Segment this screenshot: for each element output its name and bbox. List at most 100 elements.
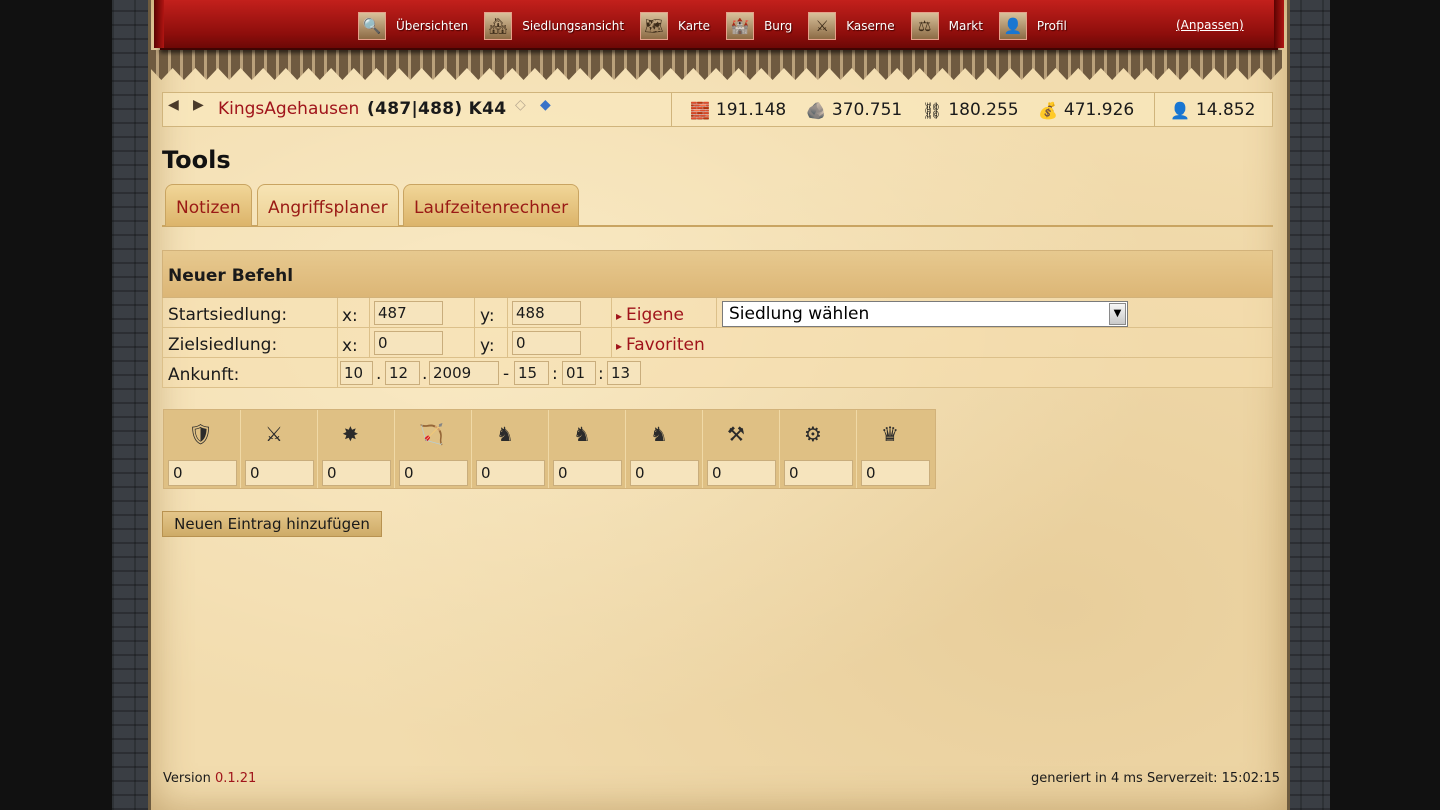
settlement-select[interactable]: Siedlung wählen ▼ xyxy=(722,301,1128,327)
resource-wood: 🧱 191.148 xyxy=(690,100,786,120)
y-label: y: xyxy=(480,306,495,326)
ram-icon: ⚒ xyxy=(727,422,745,446)
unit-column: ✸ xyxy=(318,410,395,488)
silver-icon: 💰 xyxy=(1038,100,1058,120)
heavy-cavalry-icon: ♞ xyxy=(650,422,668,446)
tab-angriffsplaner[interactable]: Angriffsplaner xyxy=(257,184,399,226)
search-icon: 🔍 xyxy=(358,12,386,40)
unit-count-input[interactable] xyxy=(322,460,391,486)
barracks-icon: ⚔ xyxy=(808,12,837,40)
nav-label: Markt xyxy=(948,19,983,33)
unit-column: 🏹 xyxy=(395,410,472,488)
resource-value: 180.255 xyxy=(948,100,1019,120)
resource-ore: ⛓ 180.255 xyxy=(922,100,1019,120)
unit-count-input[interactable] xyxy=(399,460,468,486)
castle-icon: 🏰 xyxy=(726,12,755,40)
arrival-row xyxy=(162,358,1273,388)
unit-column: 🛡 xyxy=(164,410,241,488)
buildings-icon: 🏘 xyxy=(484,12,513,40)
date-separator: . xyxy=(376,364,382,384)
next-village-arrow-icon[interactable]: ▶ xyxy=(193,97,204,113)
x-label: x: xyxy=(342,306,358,326)
arrival-hour-input[interactable] xyxy=(514,361,549,385)
customize-link[interactable]: (Anpassen) xyxy=(1176,18,1244,32)
blue-gem-icon[interactable]: ◆ xyxy=(540,97,551,113)
arrival-label: Ankunft: xyxy=(168,365,240,385)
nav-label: Siedlungsansicht xyxy=(522,19,625,33)
unit-column: ⚔ xyxy=(241,410,318,488)
unit-count-input[interactable] xyxy=(630,460,699,486)
archer-icon: 🏹 xyxy=(419,422,444,446)
tab-laufzeitenrechner[interactable]: Laufzeitenrechner xyxy=(403,184,580,226)
unit-column: ♞ xyxy=(626,410,703,488)
unit-count-input[interactable] xyxy=(784,460,853,486)
arrival-month-input[interactable] xyxy=(385,361,420,385)
start-x-input[interactable] xyxy=(374,301,443,325)
x-label: x: xyxy=(342,336,358,356)
start-settlement-label: Startsiedlung: xyxy=(168,305,288,325)
nav-item-siedlungsansicht[interactable]: 🏘 Siedlungsansicht xyxy=(484,12,624,40)
resource-value: 471.926 xyxy=(1063,100,1135,120)
nav-label: Profil xyxy=(1036,19,1067,33)
start-y-input[interactable] xyxy=(512,301,581,325)
light-cavalry-icon: ♞ xyxy=(573,422,591,446)
divider xyxy=(1154,93,1155,126)
silver-gem-icon[interactable]: ◇ xyxy=(515,97,526,113)
nav-item-uebersichten[interactable]: 🔍 Übersichten xyxy=(358,12,468,40)
chevron-down-icon[interactable]: ▼ xyxy=(1109,303,1126,325)
wood-icon: 🧱 xyxy=(690,100,710,120)
unit-column: ⚙ xyxy=(780,410,857,488)
map-icon: 🗺 xyxy=(640,12,669,40)
village-name-link[interactable]: KingsAgehausen xyxy=(218,99,359,119)
form-heading: Neuer Befehl xyxy=(162,250,1273,298)
target-settlement-row xyxy=(162,328,1273,358)
tab-notizen[interactable]: Notizen xyxy=(165,184,252,226)
unit-column: ♞ xyxy=(549,410,626,488)
resource-value: 370.751 xyxy=(831,100,903,120)
unit-count-input[interactable] xyxy=(861,460,930,486)
resource-value: 191.148 xyxy=(715,100,787,120)
target-x-input[interactable] xyxy=(374,331,443,355)
time-separator: : xyxy=(598,364,604,384)
version-number[interactable]: 0.1.21 xyxy=(215,771,256,786)
arrival-year-input[interactable] xyxy=(429,361,499,385)
nav-label: Burg xyxy=(764,19,793,33)
target-y-input[interactable] xyxy=(512,331,581,355)
unit-count-input[interactable] xyxy=(245,460,314,486)
profile-icon: 👤 xyxy=(998,12,1027,40)
nav-menu: 🔍 Übersichten 🏘 Siedlungsansicht 🗺 Karte… xyxy=(358,12,1083,40)
target-settlement-label: Zielsiedlung: xyxy=(168,335,278,355)
add-entry-button[interactable]: Neuen Eintrag hinzufügen xyxy=(162,511,382,537)
arrival-minute-input[interactable] xyxy=(562,361,596,385)
nav-item-kaserne[interactable]: ⚔ Kaserne xyxy=(808,12,895,40)
unit-column: ♞ xyxy=(472,410,549,488)
unit-count-input[interactable] xyxy=(168,460,237,486)
server-time-info: generiert in 4 ms Serverzeit: 15:02:15 xyxy=(1030,771,1280,786)
previous-village-arrow-icon[interactable]: ◀ xyxy=(168,97,179,113)
favorites-link[interactable]: Favoriten xyxy=(616,335,705,355)
nav-item-karte[interactable]: 🗺 Karte xyxy=(640,12,710,40)
time-separator: : xyxy=(552,364,558,384)
nav-item-profil[interactable]: 👤 Profil xyxy=(998,12,1067,40)
population-icon: 👤 xyxy=(1170,100,1190,120)
arrival-second-input[interactable] xyxy=(607,361,641,385)
divider xyxy=(671,93,672,126)
y-label: y: xyxy=(480,336,495,356)
own-settlements-link[interactable]: Eigene xyxy=(616,305,684,325)
nav-item-markt[interactable]: ⚖ Markt xyxy=(910,12,983,40)
nav-label: Kaserne xyxy=(846,19,895,33)
unit-count-input[interactable] xyxy=(707,460,776,486)
resource-stone: 🪨 370.751 xyxy=(806,100,902,120)
unit-count-input[interactable] xyxy=(553,460,622,486)
nav-item-burg[interactable]: 🏰 Burg xyxy=(726,12,792,40)
unit-column: ⚒ xyxy=(703,410,780,488)
nav-label: Karte xyxy=(678,19,711,33)
version-label: Version xyxy=(163,771,211,786)
market-icon: ⚖ xyxy=(910,12,939,40)
page-title: Tools xyxy=(162,146,231,174)
arrival-day-input[interactable] xyxy=(340,361,373,385)
resource-value: 14.852 xyxy=(1195,100,1256,120)
resource-population: 👤 14.852 xyxy=(1170,100,1255,120)
unit-count-input[interactable] xyxy=(476,460,545,486)
nav-label: Übersichten xyxy=(396,19,469,33)
